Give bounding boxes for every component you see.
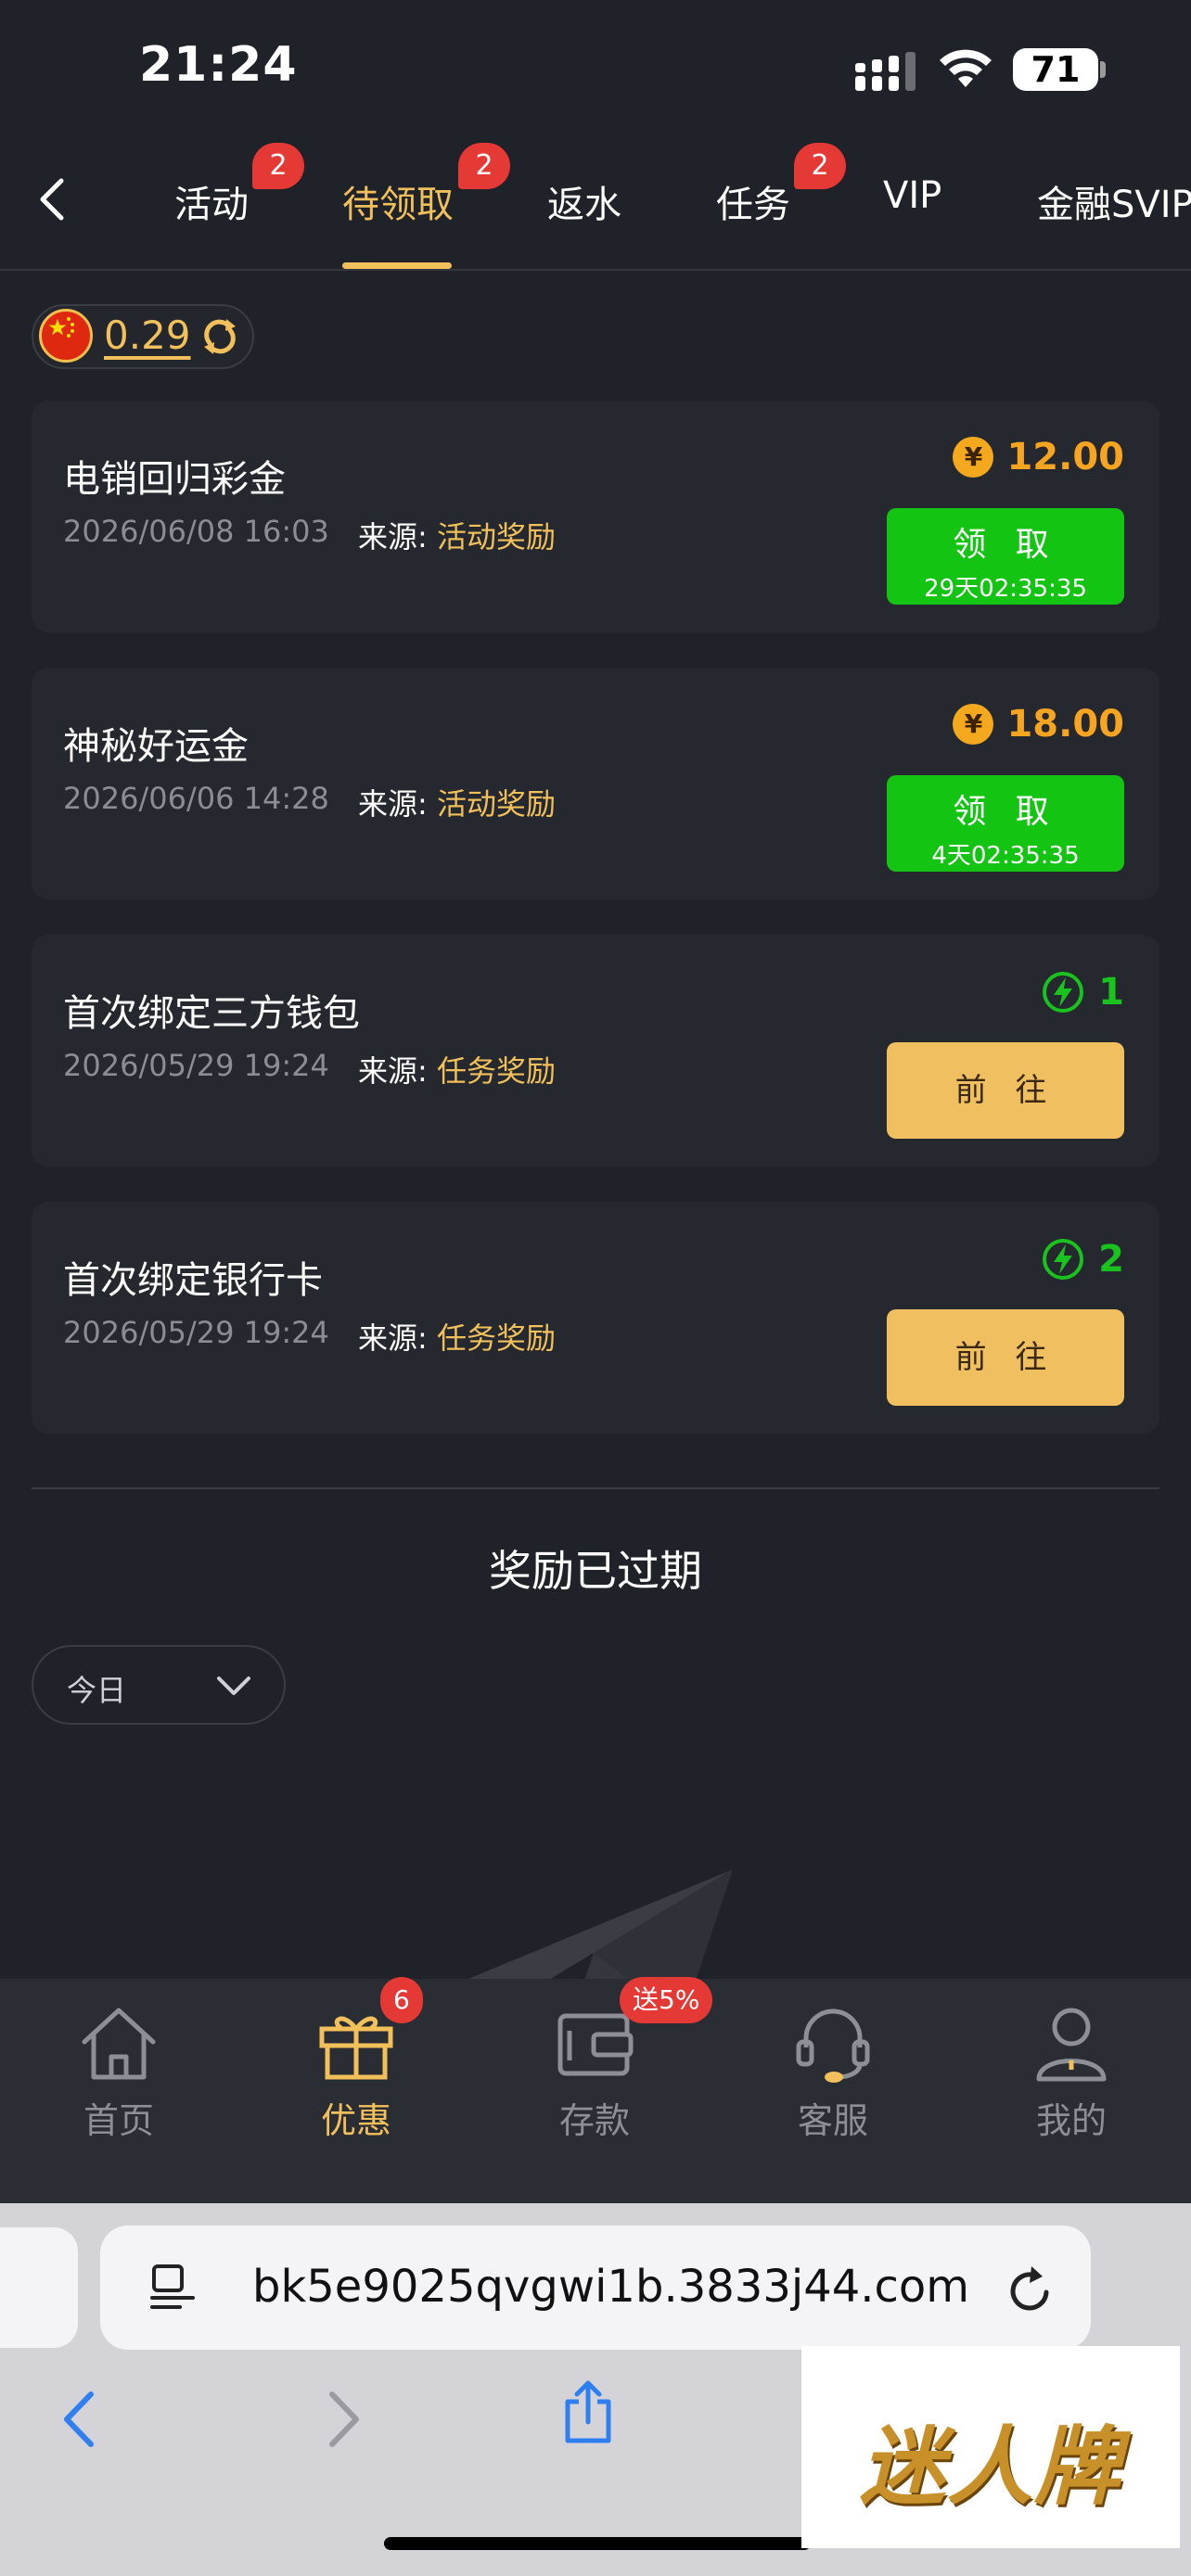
reward-source-label: 来源:	[358, 519, 428, 555]
paper-plane-empty-icon	[464, 1869, 733, 1981]
battery-indicator: 71	[1013, 48, 1098, 91]
reward-source: 来源: 任务奖励	[358, 1315, 556, 1358]
reward-amount: ¥ 18.00	[953, 703, 1124, 746]
reward-date: 2026/06/08 16:03	[63, 514, 329, 549]
tab-activity-badge: 2	[252, 143, 304, 189]
watermark-text: 迷人牌	[859, 2417, 1121, 2517]
reward-amount: 1	[1041, 970, 1124, 1014]
reward-amount: 2	[1041, 1237, 1124, 1282]
wifi-icon	[940, 49, 992, 87]
reward-source-value: 活动奖励	[436, 519, 556, 555]
reward-amount: ¥ 12.00	[953, 436, 1124, 478]
balance-value[interactable]: 0.29	[104, 312, 191, 358]
home-icon	[82, 2008, 156, 2080]
nav-promotions-badge: 6	[380, 1977, 423, 2023]
reload-icon[interactable]	[1004, 2264, 1056, 2316]
claim-countdown: 4天02:35:35	[931, 842, 1080, 870]
header-divider	[0, 269, 1191, 271]
tab-pending-badge: 2	[458, 143, 510, 189]
tab-tasks[interactable]: 任务	[716, 174, 790, 228]
tab-tasks-badge: 2	[794, 143, 846, 189]
reward-source-value: 活动奖励	[436, 786, 556, 822]
reward-source-label: 来源:	[358, 1053, 428, 1089]
yuan-coin-icon: ¥	[953, 437, 994, 478]
watermark-logo: 迷人牌	[801, 2346, 1180, 2548]
previous-tab-preview[interactable]	[0, 2227, 78, 2348]
tab-pending[interactable]: 待领取	[342, 174, 454, 228]
expired-section-title: 奖励已过期	[489, 1546, 702, 1596]
go-button[interactable]: 前 往	[887, 1309, 1124, 1406]
reward-date: 2026/05/29 19:24	[63, 1315, 329, 1350]
claim-button[interactable]: 领 取 29天02:35:35	[887, 508, 1124, 605]
claim-button[interactable]: 领 取 4天02:35:35	[887, 775, 1124, 872]
reward-card: 神秘好运金 2026/06/06 14:28 来源: 活动奖励 ¥ 18.00 …	[32, 668, 1159, 899]
battery-tip	[1100, 61, 1106, 78]
date-filter-dropdown[interactable]: 今日	[32, 1645, 286, 1725]
refresh-balance-icon[interactable]	[198, 315, 241, 358]
reward-card: 首次绑定银行卡 2026/05/29 19:24 来源: 任务奖励 2 前 往	[32, 1202, 1159, 1434]
reward-source-label: 来源:	[358, 786, 428, 822]
page-menu-icon[interactable]	[148, 2263, 197, 2313]
reward-date: 2026/05/29 19:24	[63, 1048, 329, 1083]
wallet-icon	[557, 2013, 634, 2076]
reward-title: 首次绑定银行卡	[63, 1259, 323, 1302]
reward-amount-value: 12.00	[1006, 436, 1124, 478]
headset-icon	[796, 2009, 870, 2083]
reward-date: 2026/06/06 14:28	[63, 781, 329, 816]
reward-amount-value: 18.00	[1006, 703, 1124, 746]
china-flag-icon	[39, 309, 93, 363]
reward-source: 来源: 活动奖励	[358, 514, 556, 556]
reward-title: 电销回归彩金	[63, 458, 286, 501]
reward-source-value: 任务奖励	[436, 1320, 556, 1356]
nav-label: 首页	[83, 2100, 154, 2141]
share-icon[interactable]	[560, 2379, 616, 2444]
reward-source: 来源: 任务奖励	[358, 1048, 556, 1090]
tab-finance-svip[interactable]: 金融SVIP	[1037, 174, 1191, 228]
nav-support[interactable]: 客服	[759, 2003, 907, 2143]
expired-divider	[32, 1487, 1159, 1489]
claim-countdown: 29天02:35:35	[924, 575, 1087, 603]
reward-title: 神秘好运金	[63, 725, 249, 768]
reward-amount-value: 2	[1098, 1238, 1124, 1281]
home-indicator	[384, 2537, 811, 2550]
reward-card: 首次绑定三方钱包 2026/05/29 19:24 来源: 任务奖励 1 前 往	[32, 935, 1159, 1167]
nav-label: 存款	[558, 2100, 630, 2141]
nav-label: 我的	[1035, 2100, 1107, 2141]
date-filter-value: 今日	[67, 1673, 127, 1708]
browser-back-icon[interactable]	[54, 2387, 109, 2452]
tab-rebate[interactable]: 返水	[547, 174, 621, 228]
nav-deposit[interactable]: 存款	[520, 2003, 669, 2143]
tab-activity[interactable]: 活动	[174, 174, 249, 228]
active-tab-underline	[342, 262, 452, 269]
nav-home[interactable]: 首页	[45, 2003, 193, 2143]
cellular-signal-icon	[855, 52, 916, 91]
nav-label: 优惠	[320, 2100, 391, 2141]
chevron-down-icon	[217, 1677, 250, 1695]
reward-source: 来源: 活动奖励	[358, 781, 556, 823]
profile-icon	[1036, 2008, 1107, 2082]
go-button[interactable]: 前 往	[887, 1042, 1124, 1139]
nav-label: 客服	[797, 2100, 868, 2141]
back-chevron-icon[interactable]	[28, 172, 74, 227]
url-text: bk5e9025qvgwi1b.3833j44.com	[252, 2261, 970, 2313]
claim-button-label: 领 取	[953, 526, 1058, 564]
browser-forward-icon[interactable]	[314, 2387, 369, 2452]
tab-vip[interactable]: VIP	[883, 174, 941, 217]
lightning-bolt-icon	[1043, 1239, 1084, 1280]
lightning-bolt-icon	[1043, 972, 1084, 1013]
nav-deposit-badge: 送5%	[620, 1977, 713, 2023]
reward-source-value: 任务奖励	[436, 1053, 556, 1089]
reward-amount-value: 1	[1098, 971, 1124, 1014]
status-time: 21:24	[139, 37, 298, 93]
reward-source-label: 来源:	[358, 1320, 428, 1356]
claim-button-label: 领 取	[953, 793, 1058, 831]
nav-profile[interactable]: 我的	[997, 2003, 1146, 2143]
nav-promotions[interactable]: 优惠	[282, 2003, 430, 2143]
yuan-coin-icon: ¥	[953, 704, 994, 745]
reward-card: 电销回归彩金 2026/06/08 16:03 来源: 活动奖励 ¥ 12.00…	[32, 401, 1159, 632]
reward-title: 首次绑定三方钱包	[63, 992, 360, 1035]
address-bar[interactable]: bk5e9025qvgwi1b.3833j44.com	[100, 2225, 1091, 2350]
